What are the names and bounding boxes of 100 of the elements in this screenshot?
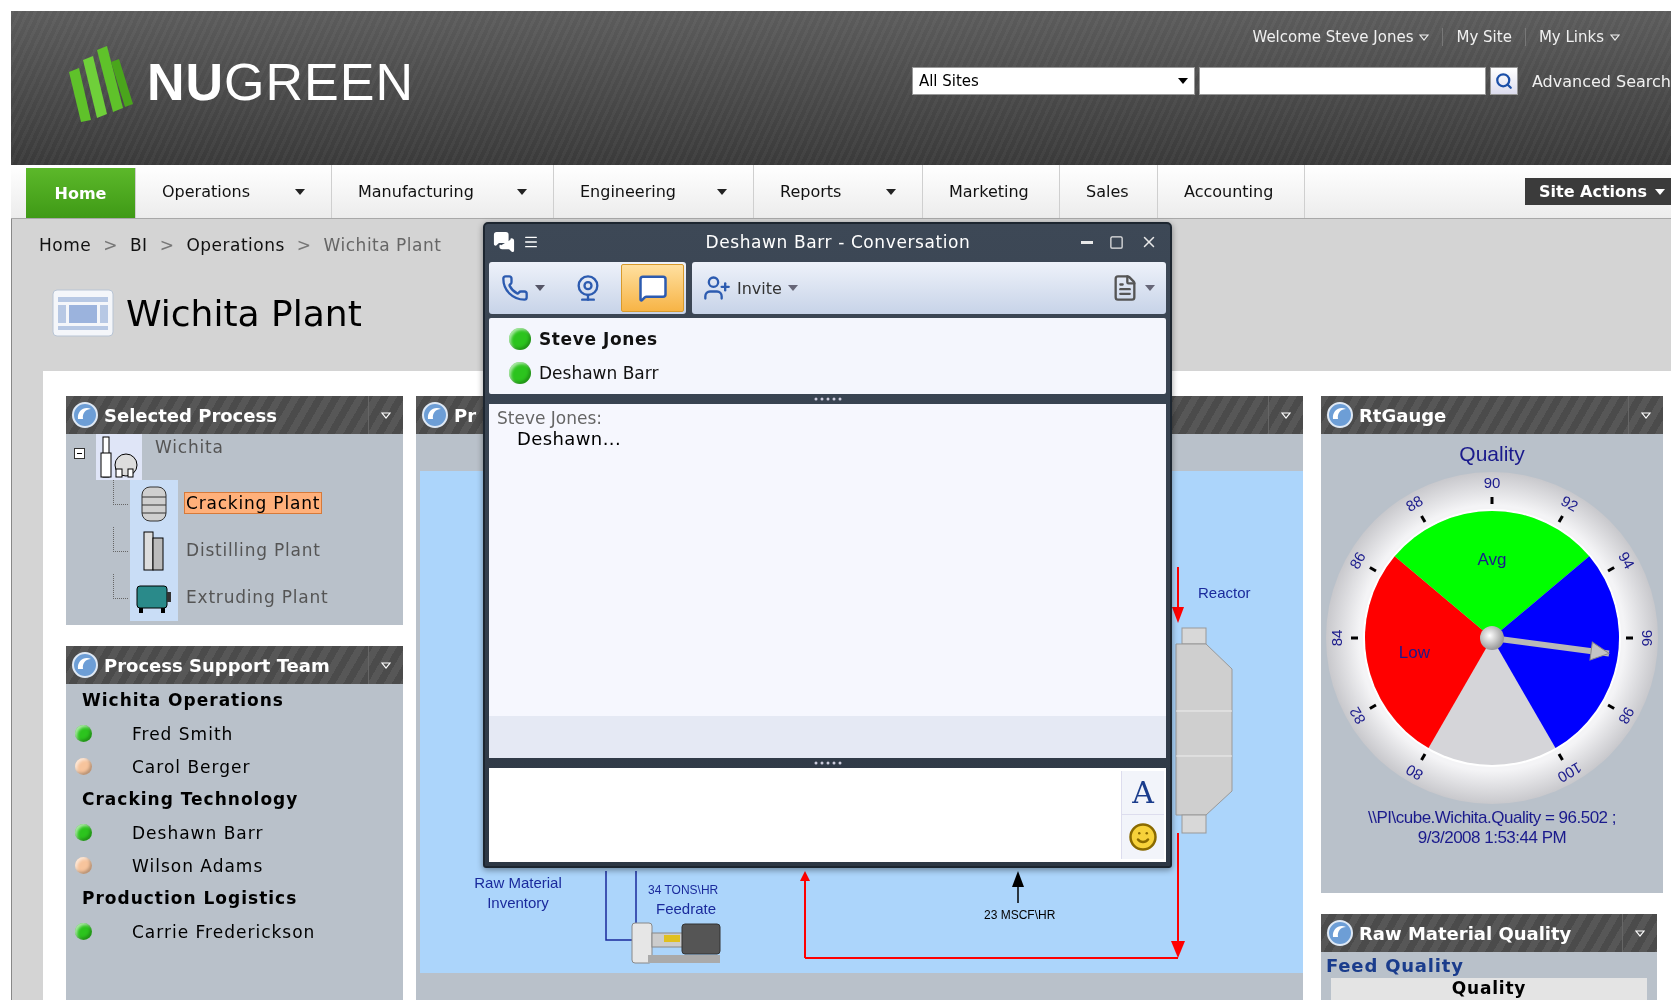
- nav-tab[interactable]: Operations: [136, 165, 332, 218]
- member-name[interactable]: Carol Berger: [132, 756, 251, 777]
- caret-icon: [1655, 188, 1665, 195]
- search-field[interactable]: [1198, 67, 1486, 95]
- column-icon: [141, 529, 167, 572]
- member-name[interactable]: Wilson Adams: [132, 855, 264, 876]
- caret-icon: [787, 285, 798, 291]
- nav-tab[interactable]: Sales: [1060, 165, 1158, 218]
- panel-title: Raw Material Quality: [1359, 922, 1572, 944]
- search-button[interactable]: [1489, 67, 1518, 95]
- pipe-line: [605, 870, 637, 941]
- header-link[interactable]: Welcome Steve Jones: [1239, 28, 1443, 46]
- nav-tab[interactable]: Marketing: [923, 165, 1060, 218]
- phone-icon: [500, 274, 529, 302]
- tree-item[interactable]: Extruding Plant: [184, 586, 331, 608]
- minimize-icon: [1081, 240, 1093, 244]
- tick-label: 82: [1345, 704, 1369, 728]
- tick-mark: [1607, 566, 1615, 573]
- nav-tab[interactable]: Reports: [754, 165, 923, 218]
- breadcrumb-link[interactable]: Wichita Plant: [323, 235, 442, 255]
- dropdown-icon: [1281, 411, 1291, 419]
- grip-icon[interactable]: [812, 397, 843, 401]
- scope-dropdown[interactable]: All Sites: [911, 67, 1195, 95]
- globe-icon: [71, 401, 99, 429]
- table-header: Quality: [1331, 978, 1647, 1000]
- im-button[interactable]: [621, 264, 684, 312]
- tick-mark: [1351, 636, 1358, 640]
- participant-name[interactable]: Steve Jones: [539, 329, 658, 349]
- team-group-heading: Wichita Operations: [81, 689, 285, 712]
- flow-arrow: [1012, 871, 1024, 904]
- add-person-icon: [703, 274, 731, 302]
- tick-label: 92: [1558, 491, 1582, 515]
- tick-mark: [1490, 497, 1494, 504]
- member-name[interactable]: Carrie Frederickson: [132, 921, 316, 942]
- breadcrumb-link[interactable]: Home: [39, 235, 92, 255]
- tick-mark: [1557, 515, 1564, 523]
- tick-mark: [1557, 753, 1564, 761]
- advanced-search-link[interactable]: Advanced Search: [1531, 71, 1671, 91]
- member-name[interactable]: Deshawn Barr: [132, 822, 264, 843]
- tick-mark: [1626, 636, 1633, 640]
- section-heading: Feed Quality: [1325, 954, 1465, 977]
- tick-label: 86: [1345, 548, 1369, 572]
- tree-item[interactable]: Cracking Plant: [184, 492, 323, 514]
- page-icon: [52, 289, 114, 337]
- header-link[interactable]: My Site: [1442, 28, 1525, 46]
- tick-mark: [1369, 566, 1377, 573]
- breadcrumb-link[interactable]: Operations: [186, 235, 285, 255]
- collapse-toggle[interactable]: [74, 448, 85, 459]
- participant-name[interactable]: Deshawn Barr: [539, 363, 659, 383]
- caret-icon: [1145, 285, 1155, 291]
- tick-label: 80: [1402, 761, 1426, 785]
- gauge-timestamp: 9/3/2008 1:53:44 PM: [1416, 828, 1568, 848]
- diagram-label: 23 MSCF\HR: [984, 907, 1056, 924]
- dropdown-icon: [1635, 929, 1645, 937]
- page-title: Wichita Plant: [126, 292, 362, 334]
- menu-icon[interactable]: [523, 234, 539, 250]
- member-name[interactable]: Fred Smith: [132, 723, 234, 744]
- tick-label: 100: [1554, 759, 1585, 787]
- tick-mark: [1420, 753, 1427, 761]
- tick-label: 84: [1327, 629, 1345, 647]
- team-group-heading: Production Logistics: [81, 887, 299, 910]
- dropdown-icon: [381, 661, 391, 669]
- tree-item[interactable]: Distilling Plant: [184, 539, 323, 561]
- diagram-label: Reactor: [1198, 583, 1251, 603]
- breadcrumb-separator: >: [296, 235, 312, 255]
- maximize-icon: [1109, 234, 1124, 250]
- panel-title: Process Support Team: [104, 654, 330, 676]
- team-group-heading: Cracking Technology: [81, 788, 300, 811]
- caret-icon: [1177, 78, 1188, 84]
- panel-title: RtGauge: [1359, 404, 1447, 426]
- tick-label: 96: [1639, 629, 1657, 647]
- tick-mark: [1607, 703, 1615, 710]
- nav-tab[interactable]: Accounting: [1158, 165, 1305, 218]
- tick-mark: [1420, 515, 1427, 523]
- site-actions-button[interactable]: Site Actions: [1525, 178, 1671, 205]
- grip-icon[interactable]: [812, 761, 843, 765]
- gauge-title: Quality: [1458, 441, 1526, 467]
- segment-label: Low: [1398, 642, 1431, 662]
- plant-icon: [98, 435, 140, 479]
- tick-label: 90: [1483, 473, 1501, 491]
- diagram-label: 34 TONS\HR: [648, 882, 719, 899]
- nav-tab[interactable]: Manufacturing: [332, 165, 554, 218]
- message-sender: Steve Jones:: [497, 408, 604, 428]
- gauge-reading: \\PI\cube.Wichita.Quality = 96.502 ;: [1367, 808, 1617, 828]
- window-title: Deshawn Barr - Conversation: [704, 232, 972, 252]
- globe-icon: [421, 401, 449, 429]
- breadcrumb-link[interactable]: BI: [129, 235, 148, 255]
- segment-label: Avg: [1477, 550, 1507, 570]
- globe-icon: [1326, 401, 1354, 429]
- caret-icon: [534, 285, 545, 291]
- header-link[interactable]: My Links: [1524, 28, 1633, 46]
- chat-icon: [637, 273, 668, 303]
- breadcrumb-separator: >: [103, 235, 118, 255]
- globe-icon: [71, 651, 99, 679]
- tick-label: 98: [1615, 704, 1639, 728]
- tree-item[interactable]: Wichita: [153, 436, 226, 458]
- diagram-label: Raw Material Inventory: [473, 873, 563, 914]
- search-icon: [1494, 72, 1513, 90]
- panel-title: Pr: [454, 404, 477, 426]
- nav-tab[interactable]: Engineering: [554, 165, 754, 218]
